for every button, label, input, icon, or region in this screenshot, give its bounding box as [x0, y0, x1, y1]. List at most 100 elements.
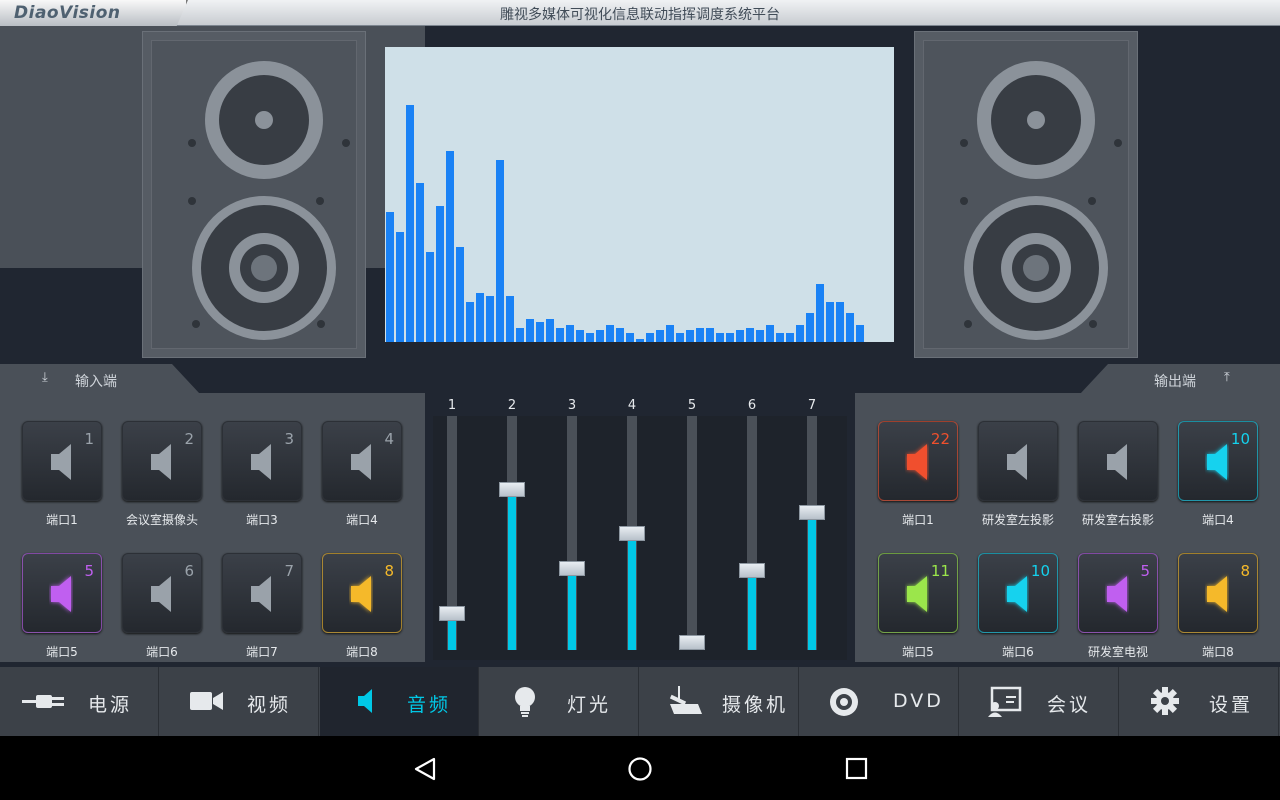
volume-slider-handle[interactable] [559, 561, 585, 576]
nav-tab-label: 会议 [1047, 694, 1092, 716]
channel-number: 1 [447, 398, 457, 413]
spectrum-bar [596, 330, 604, 342]
spectrum-bar [756, 330, 764, 342]
input-port-button[interactable]: 5 [22, 553, 102, 633]
input-port-label: 端口5 [46, 645, 78, 659]
output-port-button[interactable]: 11 [878, 553, 958, 633]
recents-icon[interactable] [844, 756, 870, 782]
nav-tab-1[interactable]: 视频 [160, 667, 319, 736]
spectrum-bar [786, 333, 794, 342]
volume-slider-handle[interactable] [799, 505, 825, 520]
speaker-icon [358, 689, 372, 713]
port-number: 10 [1030, 562, 1050, 580]
output-port-label: 端口5 [902, 645, 934, 659]
nav-tab-label: 灯光 [567, 694, 612, 716]
volume-slider-handle[interactable] [499, 482, 525, 497]
input-port-label: 端口6 [146, 645, 178, 659]
right-speaker-graphic [914, 31, 1138, 358]
output-port-label: 端口4 [1202, 513, 1234, 527]
input-port-button[interactable]: 4 [322, 421, 402, 501]
nav-tab-7[interactable]: 设置 [1120, 667, 1279, 736]
spectrum-bar [646, 333, 654, 342]
port-number: 3 [284, 430, 294, 448]
spectrum-bar [636, 339, 644, 342]
output-port-label: 端口1 [902, 513, 934, 527]
nav-tab-label: 摄像机 [722, 694, 789, 716]
meeting-screen-icon [988, 686, 1022, 717]
light-bulb-icon [515, 687, 535, 717]
input-port-button[interactable]: 3 [222, 421, 302, 501]
speaker-icon [251, 576, 271, 612]
nav-tab-6[interactable]: 会议 [960, 667, 1119, 736]
nav-tab-2[interactable]: 音频 [320, 667, 479, 736]
title-bar: DiaoVision 雕视多媒体可视化信息联动指挥调度系统平台 [0, 0, 1280, 26]
output-port-button[interactable]: 10 [1178, 421, 1258, 501]
home-icon[interactable] [627, 756, 653, 782]
input-port-button[interactable]: 7 [222, 553, 302, 633]
input-port-button[interactable]: 2 [122, 421, 202, 501]
speaker-icon [251, 444, 271, 480]
spectrum-bar [796, 325, 804, 342]
channel-number: 2 [507, 398, 517, 413]
output-port-button[interactable] [1078, 421, 1158, 501]
speaker-icon [51, 444, 71, 480]
spectrum-bar [386, 212, 394, 342]
spectrum-bar [806, 313, 814, 342]
output-section-title: 输出端 [1154, 374, 1196, 390]
spectrum-bar [576, 330, 584, 342]
volume-slider-handle[interactable] [619, 526, 645, 541]
speaker-icon [151, 444, 171, 480]
back-icon[interactable] [412, 756, 438, 782]
volume-level-fill [748, 570, 756, 650]
output-port-button[interactable]: 8 [1178, 553, 1258, 633]
video-camera-icon [190, 692, 223, 710]
channel-number: 4 [627, 398, 637, 413]
spectrum-bar [686, 330, 694, 342]
spectrum-bar [836, 302, 844, 342]
port-number: 6 [184, 562, 194, 580]
page-title: 雕视多媒体可视化信息联动指挥调度系统平台 [500, 7, 780, 23]
speaker-icon [1207, 576, 1227, 612]
volume-level-fill [808, 512, 816, 650]
input-port-label: 端口8 [346, 645, 378, 659]
port-number: 2 [184, 430, 194, 448]
port-number: 1 [84, 430, 94, 448]
spectrum-bar [506, 296, 514, 342]
nav-tab-label: 设置 [1209, 694, 1254, 716]
nav-tab-3[interactable]: 灯光 [480, 667, 639, 736]
input-port-button[interactable]: 1 [22, 421, 102, 501]
spectrum-bar [476, 293, 484, 342]
nav-tab-0[interactable]: 电源 [0, 667, 159, 736]
input-port-button[interactable]: 8 [322, 553, 402, 633]
nav-tab-5[interactable]: DVD [800, 667, 959, 736]
port-number: 22 [930, 430, 950, 448]
spectrum-bar [516, 328, 524, 342]
speaker-icon [351, 444, 371, 480]
port-number: 4 [384, 430, 394, 448]
gear-icon [1151, 687, 1179, 715]
port-number: 8 [384, 562, 394, 580]
spectrum-bar [436, 206, 444, 342]
app-window: DiaoVision 雕视多媒体可视化信息联动指挥调度系统平台 ⤓ 输入端 输出… [0, 0, 1280, 800]
spectrum-bar [676, 333, 684, 342]
output-port-button[interactable]: 22 [878, 421, 958, 501]
input-port-button[interactable]: 6 [122, 553, 202, 633]
spectrum-bar [726, 333, 734, 342]
nav-tab-4[interactable]: 摄像机 [640, 667, 799, 736]
system-navigation-bar [0, 736, 1280, 800]
port-number: 7 [284, 562, 294, 580]
spectrum-bar [616, 328, 624, 342]
spectrum-bar [736, 330, 744, 342]
spectrum-bar [546, 319, 554, 342]
output-port-button[interactable]: 5 [1078, 553, 1158, 633]
port-number: 8 [1240, 562, 1250, 580]
spectrum-bar [656, 330, 664, 342]
output-port-button[interactable]: 10 [978, 553, 1058, 633]
input-port-label: 会议室摄像头 [125, 513, 198, 527]
output-port-button[interactable] [978, 421, 1058, 501]
channel-number: 5 [687, 398, 697, 413]
volume-slider-handle[interactable] [679, 635, 705, 650]
volume-slider-handle[interactable] [739, 563, 765, 578]
volume-slider-track[interactable] [687, 416, 697, 650]
volume-slider-handle[interactable] [439, 606, 465, 621]
